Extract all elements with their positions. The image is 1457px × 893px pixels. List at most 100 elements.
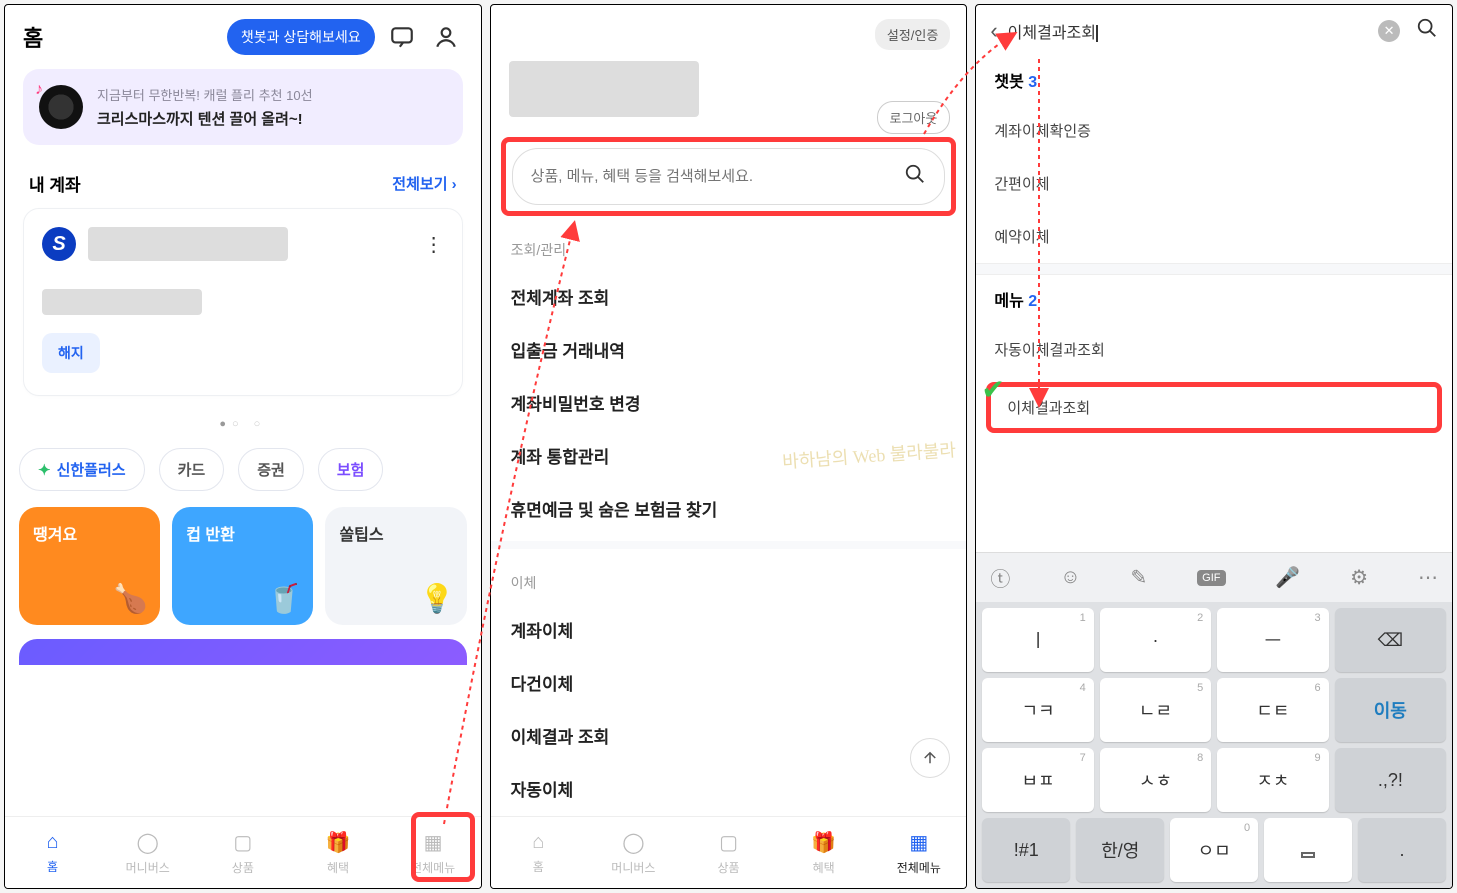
gif-icon[interactable]: GIF [1197,570,1225,586]
mic-icon[interactable]: 🎤 [1275,565,1300,590]
search-box[interactable] [512,148,946,205]
key[interactable]: ㄷㅌ6 [1217,678,1328,742]
chip-securities[interactable]: 증권 [238,448,304,491]
key[interactable]: ·2 [1100,608,1211,672]
result-item[interactable]: 예약이체 [976,210,1452,263]
bulb-icon: 💡 [420,582,455,615]
chip-row: ✦신한플러스 카드 증권 보험 [5,448,481,491]
menu-item[interactable]: 전체계좌 조회 [491,270,967,323]
search-value[interactable]: 이체결과조회 [1008,19,1368,43]
key[interactable]: ㅇㅁ0 [1170,818,1258,882]
highlight-search [501,137,957,216]
search-header: ‹ 이체결과조회 ✕ [976,5,1452,56]
clear-icon[interactable]: ✕ [1378,20,1400,42]
view-all-link[interactable]: 전체보기 › [392,173,456,194]
more-icon[interactable]: ⋯ [1418,565,1438,590]
redacted-name [88,227,288,261]
home-icon: ⌂ [532,831,544,854]
result-item[interactable]: 자동이체결과조회 [976,323,1452,376]
panel-home: 홈 챗봇과 상담해보세요 ♪ 지금부터 무한반복! 캐럴 플리 추천 10선 크… [4,4,482,889]
more-icon[interactable]: ⋮ [424,232,444,257]
key[interactable]: ㅂㅍ7 [982,748,1093,812]
chip-card[interactable]: 카드 [159,448,225,491]
home-title: 홈 [23,21,217,53]
nav-allmenu[interactable]: ▦전체메뉴 [386,817,481,888]
emoji-icon[interactable]: ☺ [1060,566,1080,589]
back-icon[interactable]: ‹ [990,18,997,44]
sticker-icon[interactable]: ✎ [1131,565,1148,590]
promo-banner[interactable]: ♪ 지금부터 무한반복! 캐럴 플리 추천 10선 크리스마스까지 텐션 끌어 … [23,69,463,145]
menu-item[interactable]: 자동이체 [491,762,967,815]
key[interactable]: 한/영 [1076,818,1164,882]
gift-icon: 🎁 [326,830,351,855]
key[interactable]: ㅡ3 [1217,608,1328,672]
search-icon[interactable] [904,163,926,190]
key[interactable] [1264,818,1352,882]
key[interactable]: ㅅㅎ8 [1100,748,1211,812]
food-icon: 🍗 [113,582,148,615]
key[interactable]: ㅈㅊ9 [1217,748,1328,812]
key[interactable]: ㅣ1 [982,608,1093,672]
nav-product[interactable]: ▢상품 [681,817,776,888]
menu-item[interactable]: 계좌 통합관리 [491,429,967,482]
nav-allmenu[interactable]: ▦전체메뉴 [871,817,966,888]
key[interactable]: . [1358,818,1446,882]
nav-product[interactable]: ▢상품 [195,817,290,888]
search-input[interactable] [531,168,895,185]
chatbot-bubble[interactable]: 챗봇과 상담해보세요 [227,19,375,55]
tile-cup[interactable]: 컵 반환🥤 [172,507,313,625]
chat-icon[interactable] [385,20,419,54]
chip-insurance[interactable]: 보험 [318,448,384,491]
pager-dots[interactable]: ●○ ○ [5,418,481,430]
home-header: 홈 챗봇과 상담해보세요 [5,5,481,69]
menu-item[interactable]: 이체결과 조회 [491,709,967,762]
menu-item[interactable]: 다건이체 [491,656,967,709]
key[interactable]: ⌫ [1335,608,1446,672]
cancel-button[interactable]: 해지 [42,333,100,373]
redacted-balance [42,289,202,315]
key[interactable]: 이동 [1335,678,1446,742]
bag-icon: ▢ [719,830,738,855]
banner-subtitle: 지금부터 무한반복! 캐럴 플리 추천 10선 [97,85,313,104]
nav-home[interactable]: ⌂홈 [491,817,586,888]
result-item[interactable]: 계좌이체확인증 [976,104,1452,157]
result-item[interactable]: 간편이체 [976,157,1452,210]
bag-icon: ▢ [233,830,252,855]
keyboard: ㅣ1·2ㅡ3⌫ ㄱㅋ4ㄴㄹ5ㄷㅌ6이동 ㅂㅍ7ㅅㅎ8ㅈㅊ9.,?! !#1한/영… [976,602,1452,888]
key[interactable]: ㄱㅋ4 [982,678,1093,742]
menu-item[interactable]: 입출금 거래내역 [491,323,967,376]
result-target[interactable]: ✔ 이체결과조회 [986,382,1442,433]
menu-item[interactable]: 계좌이체 [491,603,967,656]
nav-benefit[interactable]: 🎁혜택 [290,817,385,888]
logout-button[interactable]: 로그아웃 [877,101,951,134]
gift-icon: 🎁 [811,830,836,855]
tile-partial[interactable] [19,639,467,665]
gear-icon[interactable]: ⚙ [1350,565,1368,590]
tile-ddang[interactable]: 땡겨요🍗 [19,507,160,625]
key[interactable]: ㄴㄹ5 [1100,678,1211,742]
redacted-user [509,61,699,117]
menu-item[interactable]: 계좌비밀번호 변경 [491,376,967,429]
account-header: 내 계좌 전체보기 › [29,171,457,196]
nav-benefit[interactable]: 🎁혜택 [776,817,871,888]
group-chatbot: 챗봇 3 [976,56,1452,104]
keyboard-toolbar: ⓣ ☺ ✎ GIF 🎤 ⚙ ⋯ [976,552,1452,602]
key[interactable]: !#1 [982,818,1070,882]
nav-home[interactable]: ⌂홈 [5,817,100,888]
tile-tips[interactable]: 쏠팁스💡 [325,507,466,625]
chip-shinhanplus[interactable]: ✦신한플러스 [19,448,145,491]
panel-allmenu: 설정/인증 로그아웃 조회/관리 전체계좌 조회입출금 거래내역계좌비밀번호 변… [490,4,968,889]
moneybus-icon: ◯ [622,830,644,855]
section-transfer: 이체 [491,549,967,603]
key[interactable]: .,?! [1335,748,1446,812]
menu-item[interactable]: 휴면예금 및 숨은 보험금 찾기 [491,482,967,535]
search-icon[interactable] [1416,17,1438,44]
section-inquiry: 조회/관리 [491,216,967,270]
cup-icon: 🥤 [267,582,302,615]
nav-moneybus[interactable]: ◯머니버스 [586,817,681,888]
nav-moneybus[interactable]: ◯머니버스 [100,817,195,888]
text-input-icon[interactable]: ⓣ [990,563,1010,592]
settings-button[interactable]: 설정/인증 [875,19,950,50]
profile-icon[interactable] [429,20,463,54]
account-card[interactable]: S ⋮ 해지 [23,208,463,396]
